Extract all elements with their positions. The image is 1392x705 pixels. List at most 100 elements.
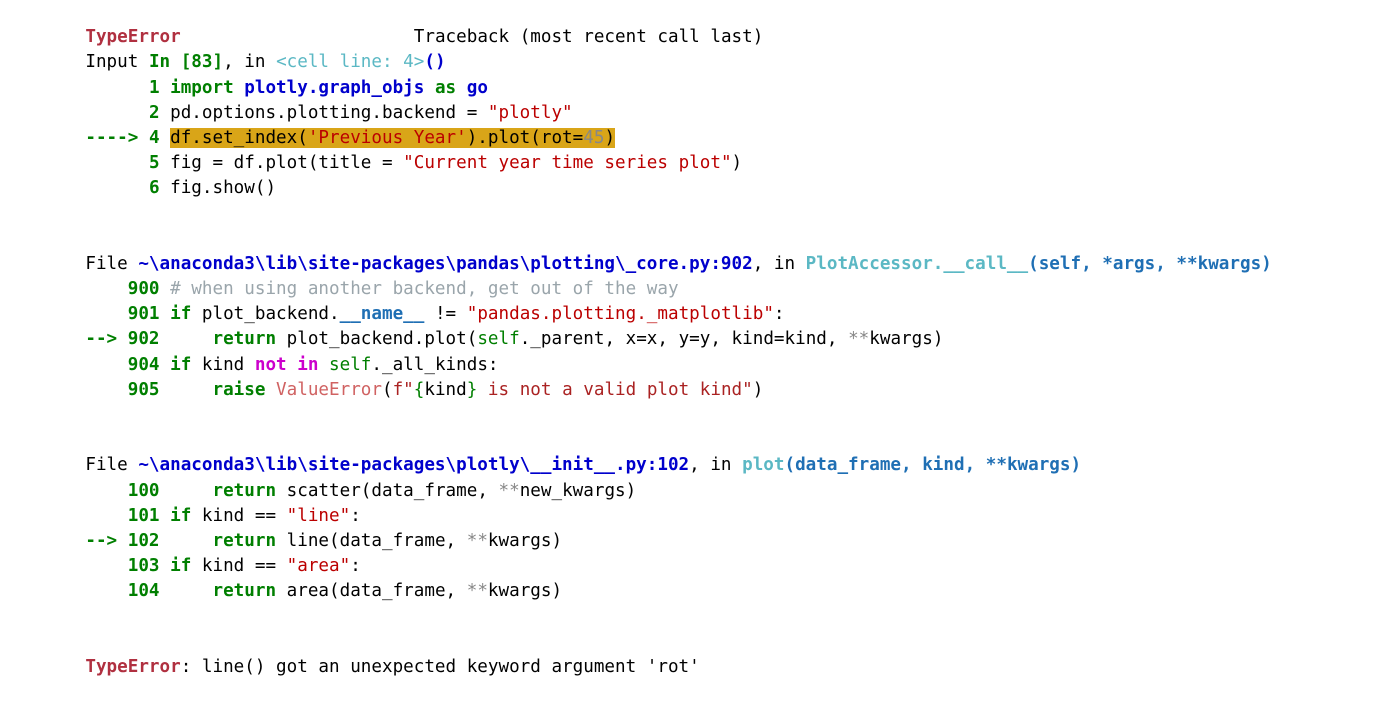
line-arrow-marker bbox=[85, 506, 127, 526]
colon: : bbox=[350, 505, 361, 526]
alias-go: go bbox=[466, 77, 488, 98]
expr-kind-eq: kind == bbox=[191, 505, 287, 526]
line-arrow-marker bbox=[85, 481, 127, 501]
frame3-location-line: File ~\anaconda3\lib\site-packages\plotl… bbox=[0, 428, 1392, 475]
frame1-location-prefix: Input bbox=[85, 52, 149, 73]
splat-operator: ** bbox=[498, 480, 520, 501]
arg-new-kwargs: new_kwargs) bbox=[519, 480, 637, 501]
string-area: "area" bbox=[286, 556, 351, 577]
expr-plot-backend: plot_backend. bbox=[191, 304, 340, 325]
line-arrow-marker bbox=[85, 355, 127, 375]
call-set-index: df.set_index( bbox=[170, 127, 308, 148]
final-error-message: : line() got an unexpected keyword argum… bbox=[180, 656, 700, 677]
call-line: line(data_frame, bbox=[276, 530, 467, 551]
line-number: 2 bbox=[148, 102, 160, 123]
error-arrow-marker: ----> bbox=[85, 127, 139, 148]
string-previous-year: 'Previous Year' bbox=[307, 127, 467, 148]
close-paren: ) bbox=[731, 153, 743, 174]
frame2-signature: (self, *args, **kwargs) bbox=[1028, 253, 1272, 274]
line-number: 1 bbox=[148, 77, 160, 98]
frame1-call-parens: () bbox=[424, 52, 446, 73]
expr-plot-call: plot_backend.plot( bbox=[276, 329, 478, 350]
kw-return: return bbox=[212, 329, 277, 350]
in-label: , in bbox=[689, 455, 743, 476]
line-number: 102 bbox=[127, 530, 160, 551]
line-arrow-marker bbox=[85, 279, 127, 299]
comment-backend: # when using another backend, get out of… bbox=[170, 279, 679, 300]
frame3-signature: (data_frame, kind, **kwargs) bbox=[784, 455, 1082, 476]
line-arrow-marker bbox=[85, 556, 127, 576]
expr-backend-assign: pd.options.plotting.backend = bbox=[170, 102, 488, 123]
frame1-location-middle: , in bbox=[223, 52, 277, 73]
exception-type-heading: TypeError bbox=[85, 27, 181, 48]
line-number: 100 bbox=[127, 480, 160, 501]
call-area: area(data_frame, bbox=[276, 581, 467, 602]
arg-kwargs: kwargs) bbox=[487, 530, 563, 551]
file-label: File bbox=[85, 253, 139, 274]
kw-raise: raise bbox=[212, 379, 266, 400]
call-scatter: scatter(data_frame, bbox=[276, 480, 499, 501]
string-line: "line" bbox=[286, 505, 351, 526]
line-arrow-marker bbox=[85, 581, 127, 601]
fstring-prefix: f" bbox=[392, 379, 414, 400]
line-number: 902 bbox=[127, 329, 160, 350]
kw-not-in: not in bbox=[254, 354, 319, 375]
frame2-location-line: File ~\anaconda3\lib\site-packages\panda… bbox=[0, 227, 1392, 274]
kw-import: import bbox=[170, 77, 234, 98]
arg-kwargs: kwargs) bbox=[487, 581, 563, 602]
open-paren: ( bbox=[382, 379, 393, 400]
line-number: 103 bbox=[127, 556, 160, 577]
string-matplotlib-backend: "pandas.plotting._matplotlib" bbox=[466, 304, 774, 325]
splat-operator: ** bbox=[466, 581, 488, 602]
fstring-var-kind: kind bbox=[424, 379, 467, 400]
frame1-cell-id: In [83] bbox=[148, 52, 224, 73]
frame2-function-name: PlotAccessor.__call__ bbox=[805, 253, 1029, 274]
expr-kind-eq: kind == bbox=[191, 556, 287, 577]
expr-fig-assign: fig = df.plot(title = bbox=[170, 153, 404, 174]
kw-self: self bbox=[477, 329, 520, 350]
frame1-cell-scope: <cell line: 4> bbox=[276, 52, 425, 73]
fstring-body: is not a valid plot kind" bbox=[477, 379, 753, 400]
expr-kind: kind bbox=[191, 354, 255, 375]
splat-operator: ** bbox=[466, 530, 488, 551]
exception-header-line: TypeError Traceback (most recent call la… bbox=[0, 0, 1392, 47]
kw-if: if bbox=[170, 304, 192, 325]
line-number: 904 bbox=[127, 354, 160, 375]
final-error-line: TypeError: line() got an unexpected keyw… bbox=[0, 630, 1392, 677]
arg-kwargs: kwargs) bbox=[869, 329, 944, 350]
kw-if: if bbox=[170, 556, 192, 577]
traceback-output: TypeError Traceback (most recent call la… bbox=[0, 0, 1392, 677]
close-paren: ) bbox=[752, 379, 764, 400]
args-parent-kind: ._parent, x=x, y=y, kind=kind, bbox=[519, 329, 849, 350]
header-spacer bbox=[181, 27, 414, 47]
highlighted-code-span: df.set_index('Previous Year').plot(rot=4… bbox=[170, 127, 616, 148]
frame2-file-path: ~\anaconda3\lib\site-packages\pandas\plo… bbox=[138, 253, 753, 274]
kw-if: if bbox=[170, 354, 192, 375]
number-45: 45 bbox=[583, 127, 605, 148]
line-arrow-marker bbox=[85, 178, 149, 198]
fstring-close-brace: } bbox=[466, 379, 478, 400]
error-arrow-marker: --> bbox=[85, 530, 118, 551]
line-arrow-marker bbox=[85, 380, 127, 400]
kw-self: self bbox=[318, 354, 372, 375]
kw-return: return bbox=[212, 530, 277, 551]
traceback-header-label: Traceback (most recent call last) bbox=[413, 27, 764, 48]
file-label: File bbox=[85, 455, 139, 476]
line-arrow-marker bbox=[85, 78, 149, 98]
final-error-type: TypeError bbox=[85, 656, 181, 677]
exception-valueerror: ValueError bbox=[265, 379, 382, 400]
